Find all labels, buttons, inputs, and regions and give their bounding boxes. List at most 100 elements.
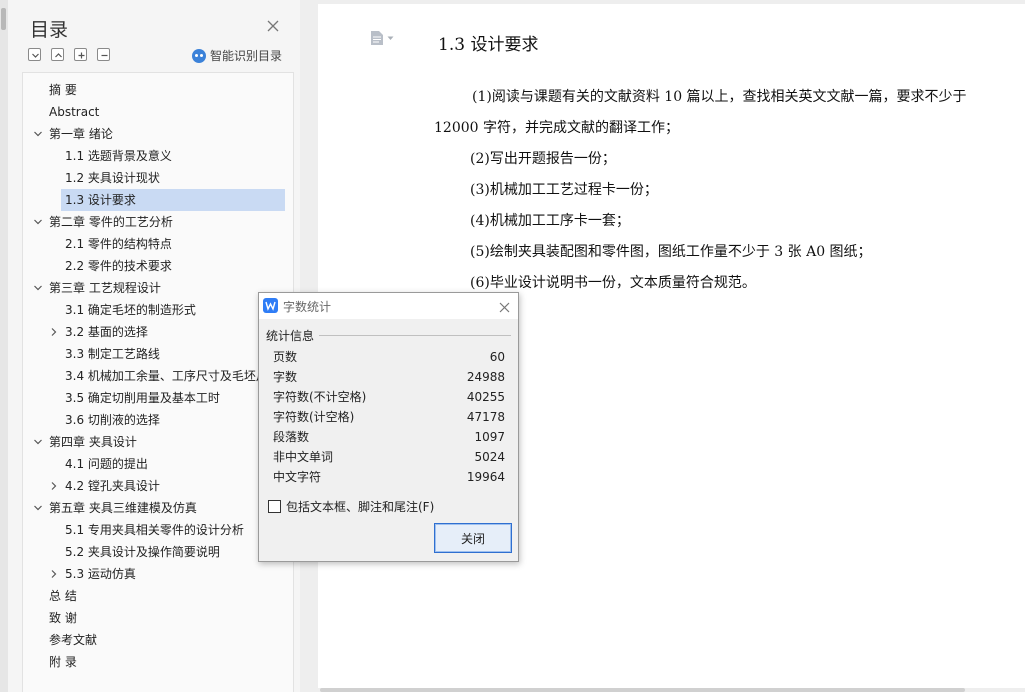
toc-item[interactable]: 3.2 基面的选择 [23, 321, 293, 343]
toc-list: 摘 要 Abstract 第一章 绪论 1.1 选题背景及意义 1.2 夹具设计现状 1.… [23, 73, 293, 673]
stat-label: 页数 [273, 350, 298, 364]
paragraph: (5)绘制夹具装配图和零件图，图纸工作量不少于 3 张 A0 图纸； [470, 244, 872, 260]
toc-item-label: 3.3 制定工艺路线 [65, 347, 160, 361]
toc-item-label: 第二章 零件的工艺分析 [49, 215, 173, 229]
toc-item[interactable]: 2.2 零件的技术要求 [23, 255, 293, 277]
stat-value: 40255 [466, 390, 505, 404]
add-item-icon[interactable] [74, 48, 87, 61]
stat-row: 字数 24988 [273, 367, 505, 387]
stat-value: 24988 [466, 370, 505, 384]
toc-item-label: 3.6 切削液的选择 [65, 413, 160, 427]
toc-item[interactable]: 4.1 问题的提出 [23, 453, 293, 475]
toc-item-selected[interactable]: 1.3 设计要求 [23, 189, 293, 211]
checkbox-label: 包括文本框、脚注和尾注(F) [286, 500, 435, 514]
stat-label: 字符数(计空格) [273, 410, 355, 424]
include-textbox-checkbox[interactable] [268, 500, 281, 513]
toc-item[interactable]: 4.2 镗孔夹具设计 [23, 475, 293, 497]
toc-item-label: 第三章 工艺规程设计 [49, 281, 161, 295]
toc-item[interactable]: 第二章 零件的工艺分析 [23, 211, 293, 233]
toc-item-label: 3.4 机械加工余量、工序尺寸及毛坯尺寸的确定 [65, 369, 293, 383]
toc-item[interactable]: 摘 要 [23, 79, 293, 101]
toc-item-label: 摘 要 [49, 83, 77, 97]
robot-icon [192, 48, 206, 63]
toc-item-label: 4.1 问题的提出 [65, 457, 148, 471]
toc-item-label: 4.2 镗孔夹具设计 [65, 479, 160, 493]
chevron-right-icon[interactable] [49, 481, 59, 491]
dialog-titlebar[interactable]: 字数统计 [259, 293, 518, 319]
chevron-down-icon[interactable] [33, 503, 43, 513]
stats-group-label: 统计信息 [266, 329, 315, 343]
paragraph-menu-button[interactable] [370, 30, 394, 46]
toc-item[interactable]: 总 结 [23, 585, 293, 607]
remove-item-icon[interactable] [97, 48, 110, 61]
toc-item[interactable]: 致 谢 [23, 607, 293, 629]
toc-item-label: 3.5 确定切削用量及基本工时 [65, 391, 220, 405]
collapse-all-icon[interactable] [28, 48, 41, 61]
toc-item[interactable]: 5.2 夹具设计及操作简要说明 [23, 541, 293, 563]
nav-toolbar [28, 48, 110, 61]
toc-item-label: 3.2 基面的选择 [65, 325, 148, 339]
nav-close-icon[interactable] [266, 18, 280, 32]
toc-item-label: 2.2 零件的技术要求 [65, 259, 172, 273]
toc-item-label: 5.1 专用夹具相关零件的设计分析 [65, 523, 244, 537]
toc-item[interactable]: 第五章 夹具三维建模及仿真 [23, 497, 293, 519]
toc-item[interactable]: 3.3 制定工艺路线 [23, 343, 293, 365]
toc-item[interactable]: 附 录 [23, 651, 293, 673]
toc-item[interactable]: 3.5 确定切削用量及基本工时 [23, 387, 293, 409]
chevron-right-icon[interactable] [49, 327, 59, 337]
toc-item-label: 致 谢 [49, 611, 77, 625]
smart-toc-button[interactable]: 智能识别目录 [192, 47, 282, 64]
stat-row: 字符数(计空格) 47178 [273, 407, 505, 427]
toc-tree: 摘 要 Abstract 第一章 绪论 1.1 选题背景及意义 1.2 夹具设计现状 1.… [22, 72, 294, 692]
toc-item-label: 2.1 零件的结构特点 [65, 237, 172, 251]
expand-level-icon[interactable] [51, 48, 64, 61]
toc-item[interactable]: 3.6 切削液的选择 [23, 409, 293, 431]
stat-row: 页数 60 [273, 347, 505, 367]
section-heading: 1.3 设计要求 [438, 35, 539, 55]
wps-writer-window: 目录 智能识别目录 摘 要 Abstract 第一章 绪论 1.1 选题背景及意义 1.… [0, 0, 1025, 692]
toc-item[interactable]: 5.3 运动仿真 [23, 563, 293, 585]
chevron-down-icon[interactable] [33, 437, 43, 447]
toc-item[interactable]: Abstract [23, 101, 293, 123]
stat-label: 字数 [273, 370, 298, 384]
nav-panel-title: 目录 [30, 19, 69, 41]
navigation-panel: 目录 智能识别目录 摘 要 Abstract 第一章 绪论 1.1 选题背景及意义 1.… [8, 0, 300, 692]
left-edge-scrollbar[interactable] [0, 0, 8, 692]
chevron-right-icon[interactable] [49, 569, 59, 579]
toc-item-label: 3.1 确定毛坯的制造形式 [65, 303, 196, 317]
toc-item[interactable]: 1.2 夹具设计现状 [23, 167, 293, 189]
group-divider [319, 335, 511, 336]
toc-item[interactable]: 第三章 工艺规程设计 [23, 277, 293, 299]
dialog-title: 字数统计 [283, 300, 332, 314]
toc-item[interactable]: 1.1 选题背景及意义 [23, 145, 293, 167]
smart-toc-label: 智能识别目录 [210, 49, 283, 63]
stat-value: 60 [489, 350, 505, 364]
stat-value: 1097 [474, 430, 505, 444]
stat-label: 段落数 [273, 430, 310, 444]
toc-item-label: Abstract [49, 105, 100, 119]
chevron-down-icon[interactable] [33, 129, 43, 139]
scroll-thumb[interactable] [1, 8, 6, 30]
chevron-down-icon[interactable] [33, 283, 43, 293]
horizontal-scrollbar[interactable] [320, 688, 965, 692]
toc-item[interactable]: 3.4 机械加工余量、工序尺寸及毛坯尺寸的确定 [23, 365, 293, 387]
dialog-close-icon[interactable] [498, 299, 511, 313]
paragraph: (4)机械加工工序卡一套； [470, 213, 630, 229]
toc-item[interactable]: 第一章 绪论 [23, 123, 293, 145]
document-body: (1)阅读与课题有关的文献资料 10 篇以上，查找相关英文文献一篇，要求不少于 … [434, 82, 994, 299]
toc-item-label: 总 结 [49, 589, 77, 603]
paragraph: (2)写出开题报告一份； [470, 151, 616, 167]
word-count-dialog: 字数统计 统计信息 页数 60 字数 24988 字符数(不计空格) 40255 字符数(计… [258, 292, 519, 562]
stat-label: 字符数(不计空格) [273, 390, 367, 404]
stat-value: 47178 [466, 410, 505, 424]
toc-item-label: 第四章 夹具设计 [49, 435, 137, 449]
toc-item[interactable]: 第四章 夹具设计 [23, 431, 293, 453]
toc-item[interactable]: 参考文献 [23, 629, 293, 651]
document-icon [371, 31, 383, 45]
include-textbox-option[interactable]: 包括文本框、脚注和尾注(F) [268, 498, 434, 515]
chevron-down-icon[interactable] [33, 217, 43, 227]
toc-item[interactable]: 5.1 专用夹具相关零件的设计分析 [23, 519, 293, 541]
close-button[interactable]: 关闭 [434, 523, 512, 553]
toc-item[interactable]: 2.1 零件的结构特点 [23, 233, 293, 255]
toc-item[interactable]: 3.1 确定毛坯的制造形式 [23, 299, 293, 321]
